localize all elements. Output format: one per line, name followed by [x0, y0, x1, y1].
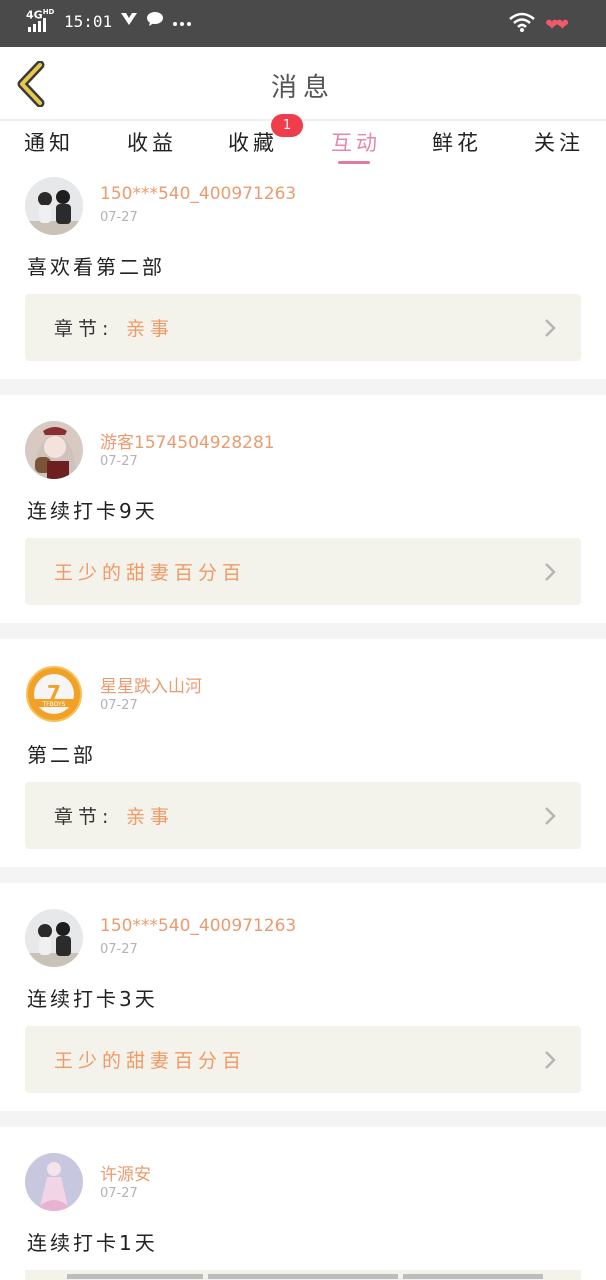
comment-text: 连续打卡3天	[27, 987, 158, 1011]
timestamp: 07-27	[100, 942, 138, 957]
tab-notify[interactable]: 通知	[24, 127, 74, 157]
vpn-icon	[120, 11, 138, 31]
title-bar: 消息	[0, 47, 606, 119]
comment-text: 喜欢看第二部	[27, 255, 165, 279]
ref-value: 亲事	[126, 318, 175, 340]
network-signal-icon: 4GHD	[26, 8, 56, 32]
clock: 15:01	[64, 11, 113, 31]
username[interactable]: 许源安	[100, 1160, 151, 1185]
active-tab-indicator	[338, 161, 370, 164]
tab-earnings[interactable]: 收益	[127, 127, 177, 157]
timestamp: 07-27	[100, 1186, 138, 1201]
wifi-icon	[509, 12, 535, 36]
avatar[interactable]	[25, 177, 83, 235]
tab-bar: 通知 收益 收藏 互动 鲜花 关注	[0, 121, 606, 167]
svg-text:TFBOYS: TFBOYS	[42, 701, 66, 708]
hearts-icon: ❤❤	[545, 14, 569, 34]
avatar[interactable]	[25, 909, 83, 967]
favorites-badge: 1	[271, 114, 303, 137]
chevron-right-icon	[545, 1051, 556, 1069]
ref-value: 王少的甜妻百分百	[54, 562, 247, 584]
chevron-right-icon	[545, 807, 556, 825]
ref-label: 章节:	[54, 806, 114, 828]
chevron-right-icon	[545, 319, 556, 337]
tab-favorites[interactable]: 收藏	[228, 127, 278, 157]
avatar[interactable]: 7 TFBOYS	[25, 665, 83, 723]
card-separator	[0, 867, 606, 883]
card-separator	[0, 1111, 606, 1127]
card-separator	[0, 379, 606, 395]
status-bar: 4GHD 15:01 ❤❤	[0, 0, 606, 47]
chapter-link[interactable]: 章节: 亲事	[25, 294, 581, 361]
comment-text: 第二部	[27, 743, 96, 767]
page-title: 消息	[270, 73, 335, 103]
tab-follow[interactable]: 关注	[534, 127, 584, 157]
chapter-link[interactable]: 章节: 亲事	[25, 782, 581, 849]
timestamp: 07-27	[100, 454, 138, 469]
tab-flowers[interactable]: 鲜花	[432, 127, 482, 157]
ref-value: 王少的甜妻百分百	[54, 1050, 247, 1072]
username[interactable]: 游客1574504928281	[100, 428, 275, 453]
username[interactable]: 150***540_400971263	[100, 916, 296, 936]
chevron-right-icon	[545, 563, 556, 581]
card-separator	[0, 623, 606, 639]
timestamp: 07-27	[100, 698, 138, 713]
ref-value: 亲事	[126, 806, 175, 828]
book-link[interactable]: 王少的甜妻百分百	[25, 538, 581, 605]
avatar[interactable]	[25, 421, 83, 479]
ref-link-partial[interactable]	[25, 1270, 581, 1280]
timestamp: 07-27	[100, 210, 138, 225]
comment-text: 连续打卡9天	[27, 499, 158, 523]
book-link[interactable]: 王少的甜妻百分百	[25, 1026, 581, 1093]
tab-interaction[interactable]: 互动	[331, 127, 381, 157]
username[interactable]: 星星跌入山河	[100, 672, 202, 697]
chat-icon	[146, 11, 164, 31]
ref-label: 章节:	[54, 318, 114, 340]
comment-text: 连续打卡1天	[27, 1231, 158, 1255]
avatar[interactable]	[25, 1153, 83, 1211]
more-icon	[172, 12, 192, 31]
username[interactable]: 150***540_400971263	[100, 184, 296, 204]
